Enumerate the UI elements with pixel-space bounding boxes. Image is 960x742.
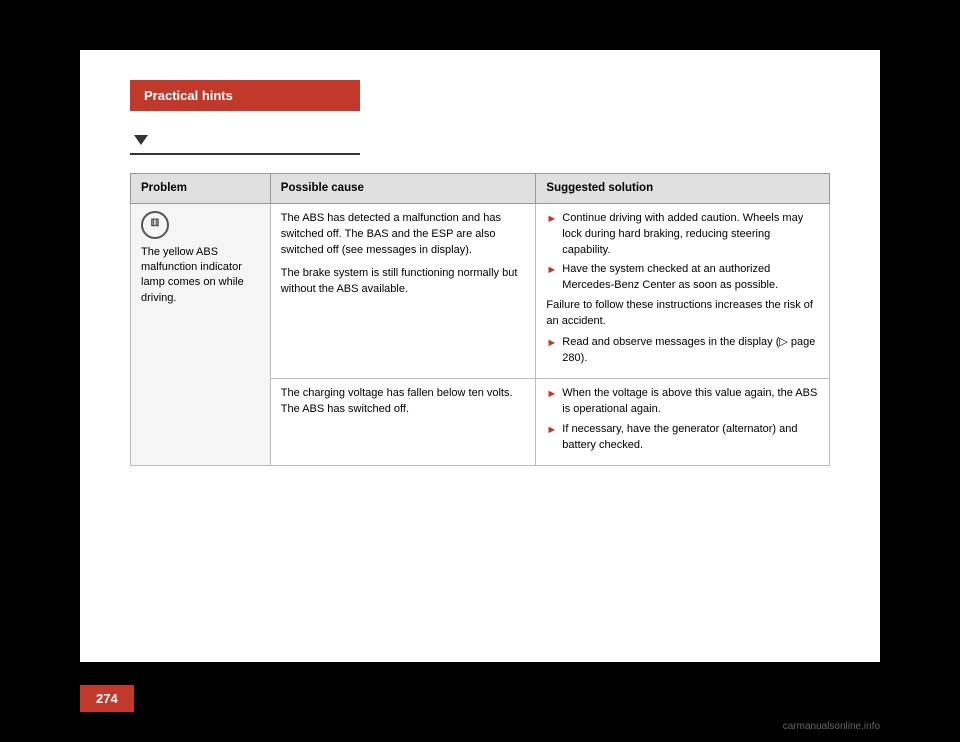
col-header-cause: Possible cause	[270, 174, 536, 204]
solution-text-2: Have the system checked at an authorized…	[562, 262, 819, 294]
page-number: 274	[80, 685, 134, 712]
watermark-text: carmanualsonline.info	[783, 721, 880, 732]
bullet-arrow-icon: ►	[546, 212, 557, 228]
solution-text-5: If necessary, have the generator (altern…	[562, 422, 819, 454]
problem-cell: ⚅ The yellow ABS malfunction indicator l…	[131, 203, 271, 465]
solution-cell-1: ► Continue driving with added caution. W…	[536, 203, 830, 378]
failure-note: Failure to follow these instructions inc…	[546, 298, 819, 329]
triangle-icon	[134, 135, 148, 145]
solution-text-1: Continue driving with added caution. Whe…	[562, 211, 819, 259]
cause-text-3: The charging voltage has fallen below te…	[281, 386, 526, 418]
solution-bullet-3: ► Read and observe messages in the displ…	[546, 335, 819, 367]
col-header-solution: Suggested solution	[536, 174, 830, 204]
hints-table: Problem Possible cause Suggested solutio…	[130, 173, 830, 466]
col-header-problem: Problem	[131, 174, 271, 204]
section-header: Practical hints	[130, 80, 360, 111]
abs-icon: ⚅	[141, 211, 169, 239]
cause-text-1: The ABS has detected a malfunction and h…	[281, 211, 526, 259]
bullet-arrow-icon: ►	[546, 263, 557, 279]
solution-text-3: Read and observe messages in the display…	[562, 335, 819, 367]
cause-cell-1: The ABS has detected a malfunction and h…	[270, 203, 536, 378]
bullet-arrow-icon: ►	[546, 387, 557, 403]
cause-text-2: The brake system is still functioning no…	[281, 266, 526, 298]
solution-bullet-4: ► When the voltage is above this value a…	[546, 386, 819, 418]
solution-text-4: When the voltage is above this value aga…	[562, 386, 819, 418]
divider-line	[130, 153, 360, 155]
bullet-arrow-icon: ►	[546, 423, 557, 439]
solution-bullet-1: ► Continue driving with added caution. W…	[546, 211, 819, 259]
solution-bullet-5: ► If necessary, have the generator (alte…	[546, 422, 819, 454]
problem-description: The yellow ABS malfunction indicator lam…	[141, 245, 260, 307]
solution-cell-2: ► When the voltage is above this value a…	[536, 379, 830, 466]
bullet-arrow-icon: ►	[546, 336, 557, 352]
solution-bullet-2: ► Have the system checked at an authoriz…	[546, 262, 819, 294]
cause-cell-2: The charging voltage has fallen below te…	[270, 379, 536, 466]
table-row: ⚅ The yellow ABS malfunction indicator l…	[131, 203, 830, 378]
